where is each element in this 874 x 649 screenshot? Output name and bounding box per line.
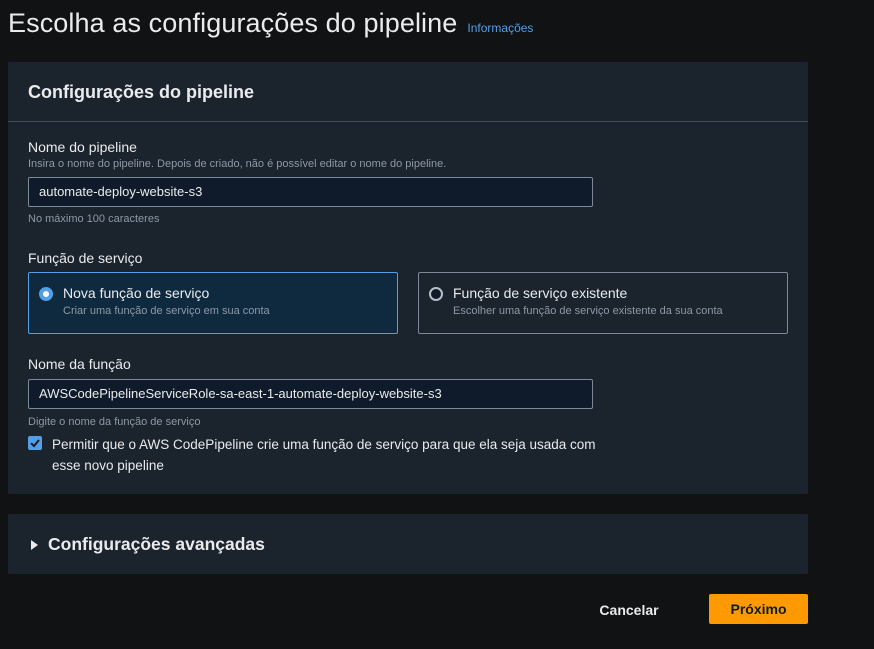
pipeline-name-label: Nome do pipeline (28, 139, 137, 155)
panel-header: Configurações do pipeline (8, 62, 808, 122)
role-name-description: Digite o nome da função de serviço (28, 416, 201, 428)
page-title: Escolha as configurações do pipeline (8, 8, 458, 38)
check-icon (30, 439, 40, 448)
radio-button-selected[interactable] (39, 287, 53, 301)
allow-create-role-label[interactable]: Permitir que o AWS CodePipeline crie uma… (52, 434, 612, 476)
page-header: Escolha as configurações do pipeline Inf… (8, 8, 533, 39)
radio-button[interactable] (429, 287, 443, 301)
radio-existing-service-role[interactable]: Função de serviço existente Escolher uma… (418, 272, 788, 334)
radio-option-description: Criar uma função de serviço em sua conta (63, 305, 270, 317)
pipeline-name-constraint: No máximo 100 caracteres (28, 213, 160, 225)
cancel-button[interactable]: Cancelar (588, 595, 670, 625)
panel-title: Configurações do pipeline (28, 82, 255, 102)
pipeline-settings-panel: Configurações do pipeline Nome do pipeli… (8, 62, 808, 494)
pipeline-name-description: Insira o nome do pipeline. Depois de cri… (28, 158, 447, 170)
radio-option-title: Função de serviço existente (453, 285, 628, 301)
pipeline-name-input[interactable]: automate-deploy-website-s3 (28, 177, 593, 207)
advanced-settings-expander[interactable]: Configurações avançadas (8, 514, 808, 574)
service-role-label: Função de serviço (28, 250, 143, 266)
radio-option-description: Escolher uma função de serviço existente… (453, 305, 723, 317)
role-name-label: Nome da função (28, 356, 131, 372)
next-button[interactable]: Próximo (709, 594, 808, 624)
caret-right-icon[interactable] (31, 539, 38, 550)
radio-new-service-role[interactable]: Nova função de serviço Criar uma função … (28, 272, 398, 334)
allow-create-role-checkbox[interactable] (28, 436, 42, 450)
info-link[interactable]: Informações (467, 21, 533, 35)
radio-option-title: Nova função de serviço (63, 285, 210, 301)
role-name-input[interactable]: AWSCodePipelineServiceRole-sa-east-1-aut… (28, 379, 593, 409)
advanced-settings-title[interactable]: Configurações avançadas (48, 534, 265, 555)
